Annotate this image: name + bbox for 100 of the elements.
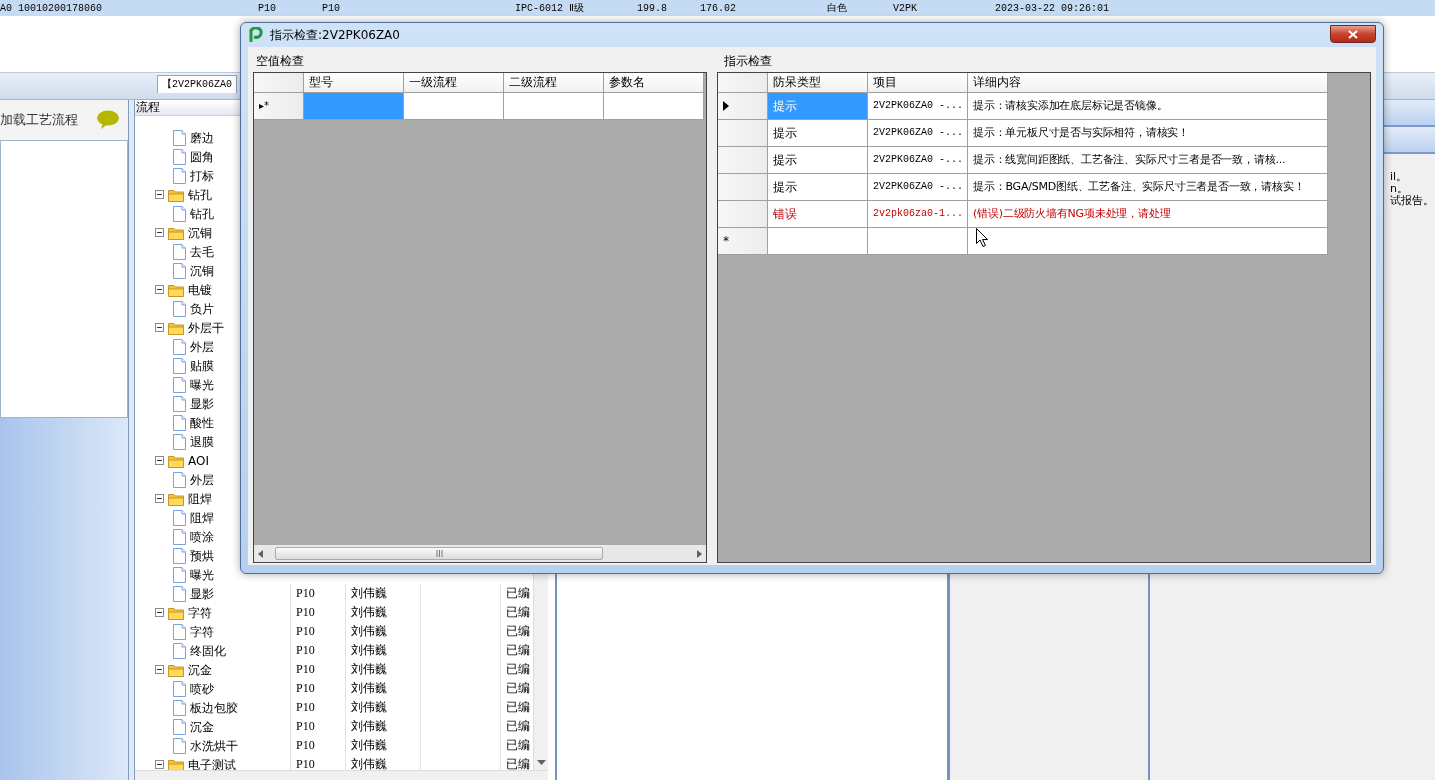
grid-cell[interactable]: 2V2PK06ZA0 -...	[868, 120, 968, 147]
speech-bubble-icon[interactable]	[96, 110, 120, 130]
tree-item[interactable]: 去毛	[190, 242, 214, 261]
tree-item[interactable]: 曝光	[190, 375, 214, 394]
grid-cell[interactable]: (错误)二级防火墙有NG项未处理，请处理	[968, 201, 1328, 228]
tree-item[interactable]: 字符	[188, 603, 212, 622]
tree-item[interactable]: 阻焊	[188, 489, 212, 508]
row-header[interactable]: *	[718, 228, 768, 255]
tree-item[interactable]: 喷涂	[190, 527, 214, 546]
collapse-icon[interactable]	[155, 760, 164, 769]
document-icon	[173, 300, 186, 317]
table-row[interactable]: A0 10010200178060 P10 P10 IPC-6012 Ⅱ级 199.8 176.02 白色 V2PK 2023-03-22 09:26:01	[0, 0, 1435, 16]
grid-cell[interactable]: 提示：请核实添加在底层标记是否镜像。	[968, 93, 1328, 120]
tree-item[interactable]: 钻孔	[190, 204, 214, 223]
grid-cell[interactable]: 提示	[768, 120, 868, 147]
grid-cell[interactable]: 提示：单元板尺寸是否与实际相符，请核实！	[968, 120, 1328, 147]
tree-item[interactable]: 沉金	[188, 660, 212, 679]
scroll-down-icon[interactable]	[536, 760, 546, 766]
scroll-right-icon[interactable]	[697, 549, 702, 558]
tree-item[interactable]: 负片	[190, 299, 214, 318]
document-icon	[173, 148, 186, 165]
collapse-icon[interactable]	[155, 665, 164, 674]
document-icon	[173, 338, 186, 355]
tree-item[interactable]: AOI	[188, 451, 209, 470]
tree-item[interactable]: 喷砂	[190, 679, 214, 698]
tree-item[interactable]: 显影	[190, 394, 214, 413]
collapse-icon[interactable]	[155, 608, 164, 617]
tree-item[interactable]: 阻焊	[190, 508, 214, 527]
grid-cell[interactable]	[304, 93, 404, 120]
column-header[interactable]: 参数名	[604, 73, 704, 93]
panel-title: 加载工艺流程	[0, 111, 78, 130]
collapse-icon[interactable]	[155, 456, 164, 465]
document-icon	[173, 718, 186, 735]
table-cell-text: 白色	[827, 1, 848, 16]
tree-item[interactable]: 电镀	[188, 280, 212, 299]
splitter[interactable]	[128, 100, 135, 780]
tree-item[interactable]: 曝光	[190, 565, 214, 584]
tree-item[interactable]: 板边包胶	[190, 698, 238, 717]
collapse-icon[interactable]	[155, 190, 164, 199]
grid-cell[interactable]: 2V2PK06ZA0 -...	[868, 147, 968, 174]
grid-cell[interactable]	[968, 228, 1328, 255]
tree-item[interactable]: 字符	[190, 622, 214, 641]
document-tab[interactable]: 【2V2PK06ZA0	[157, 75, 237, 93]
tree-item[interactable]: 圆角	[190, 147, 214, 166]
table-cell-text: A0	[0, 1, 13, 16]
horizontal-scrollbar[interactable]	[135, 770, 548, 780]
tree-item[interactable]: 酸性	[190, 413, 214, 432]
column-header[interactable]: 详细内容	[968, 73, 1328, 93]
grid-cell[interactable]: 2v2pk06za0-1...	[868, 201, 968, 228]
tree-item[interactable]: 沉金	[190, 717, 214, 736]
column-header[interactable]: 型号	[304, 73, 404, 93]
tree-item[interactable]: 外层	[190, 337, 214, 356]
tree-item[interactable]: 打标	[190, 166, 214, 185]
tree-item[interactable]: 磨边	[190, 128, 214, 147]
scroll-left-icon[interactable]	[258, 549, 263, 558]
folder-icon	[168, 320, 184, 335]
tree-item[interactable]: 终固化	[190, 641, 226, 660]
tree-item[interactable]: 预烘	[190, 546, 214, 565]
grid-cell[interactable]	[504, 93, 604, 120]
close-button[interactable]	[1330, 25, 1376, 43]
tree-item[interactable]: 水洗烘干	[190, 736, 238, 755]
grid-cell[interactable]: 提示	[768, 147, 868, 174]
tree-item[interactable]: 外层干	[188, 318, 224, 337]
collapse-icon[interactable]	[155, 494, 164, 503]
document-icon	[173, 129, 186, 146]
tree-item[interactable]: 退膜	[190, 432, 214, 451]
row-header[interactable]	[718, 93, 768, 120]
grid-cell[interactable]	[404, 93, 504, 120]
table-cell: P10	[290, 717, 345, 736]
grid-cell[interactable]	[868, 228, 968, 255]
grid-cell[interactable]: 2V2PK06ZA0 -...	[868, 174, 968, 201]
tree-item[interactable]: 贴膜	[190, 356, 214, 375]
row-header[interactable]: ▸*	[254, 93, 304, 120]
column-header[interactable]: 项目	[868, 73, 968, 93]
grid-cell[interactable]	[768, 228, 868, 255]
column-header[interactable]: 一级流程	[404, 73, 504, 93]
horizontal-scrollbar[interactable]	[254, 545, 706, 562]
grid-cell[interactable]: 错误	[768, 201, 868, 228]
document-icon	[173, 585, 186, 602]
tree-item[interactable]: 电子测试	[188, 755, 236, 770]
column-header[interactable]: 防呆类型	[768, 73, 868, 93]
table-cell-text: P10	[258, 1, 277, 16]
collapse-icon[interactable]	[155, 285, 164, 294]
folder-icon	[168, 605, 184, 620]
tree-item[interactable]: 钻孔	[188, 185, 212, 204]
tree-item[interactable]: 沉铜	[188, 223, 212, 242]
tree-item[interactable]: 外层	[190, 470, 214, 489]
grid-cell[interactable]: 2V2PK06ZA0 -...	[868, 93, 968, 120]
grid-cell[interactable]: 提示：线宽间距图纸、工艺备注、实际尺寸三者是否一致，请核...	[968, 147, 1328, 174]
tree-item[interactable]: 显影	[190, 584, 214, 603]
scroll-thumb[interactable]	[275, 547, 603, 560]
column-header[interactable]: 二级流程	[504, 73, 604, 93]
tree-item[interactable]: 沉铜	[190, 261, 214, 280]
document-icon	[173, 547, 186, 564]
grid-cell[interactable]: 提示	[768, 174, 868, 201]
collapse-icon[interactable]	[155, 228, 164, 237]
grid-cell[interactable]: 提示：BGA/SMD图纸、工艺备注、实际尺寸三者是否一致，请核实！	[968, 174, 1328, 201]
grid-cell[interactable]	[604, 93, 704, 120]
table-cell: 刘伟巍	[345, 717, 420, 736]
collapse-icon[interactable]	[155, 323, 164, 332]
